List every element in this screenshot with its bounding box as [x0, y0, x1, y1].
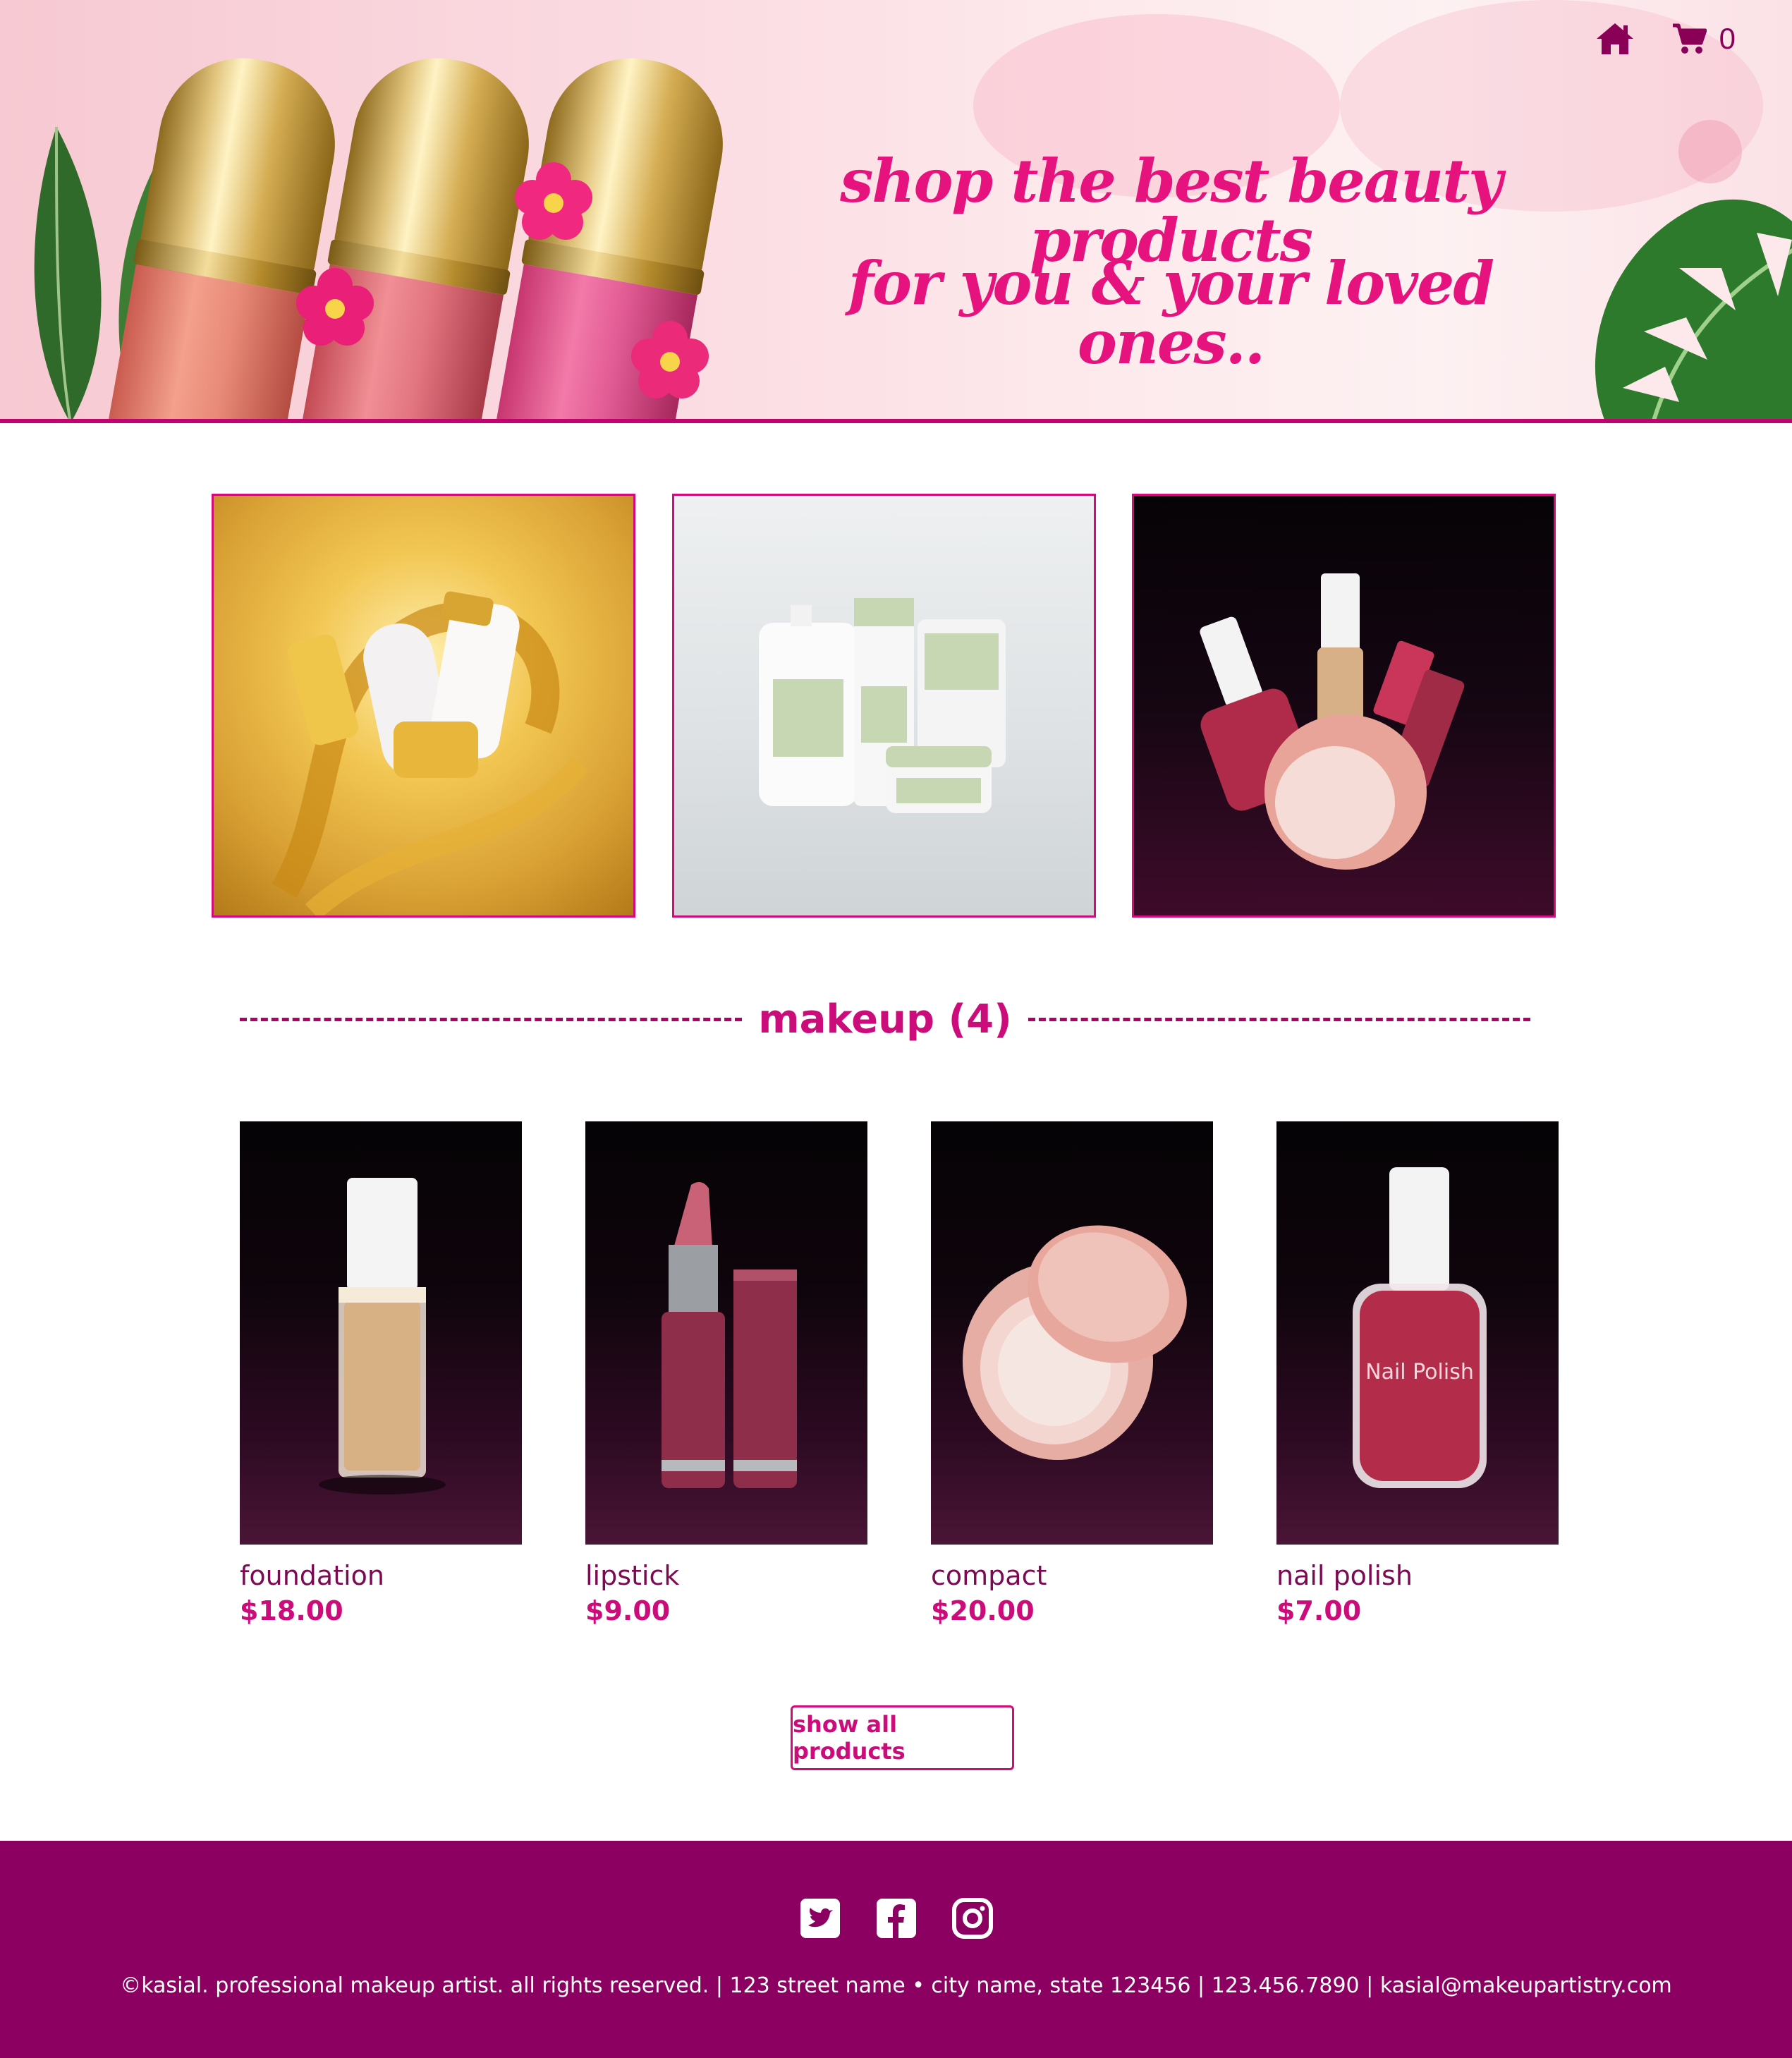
product-price: $7.00 — [1276, 1595, 1362, 1626]
product-image-lipstick[interactable] — [585, 1121, 867, 1545]
heading-dashes-left — [240, 1017, 742, 1021]
watercolor-dot — [1678, 120, 1742, 183]
flower-image — [296, 268, 374, 346]
heading-dashes-right — [1028, 1017, 1530, 1021]
product-name[interactable]: foundation — [240, 1560, 522, 1593]
social-links — [0, 1897, 1792, 1940]
feature-card-skincare[interactable] — [672, 494, 1096, 918]
home-icon[interactable] — [1595, 21, 1635, 56]
product-card-lipstick[interactable]: lipstick $9.00 — [585, 1121, 867, 1626]
feature-card-haircare[interactable] — [212, 494, 635, 918]
haircare-products-image — [272, 591, 589, 915]
section-heading: makeup (4) — [240, 991, 1530, 1047]
nail-polish-label: Nail Polish — [1365, 1360, 1474, 1384]
twitter-icon[interactable] — [799, 1897, 841, 1940]
hero-tagline-line2: for you & your loved ones.. — [848, 248, 1494, 377]
cart-button[interactable]: 0 — [1670, 21, 1736, 56]
skincare-products-image — [759, 598, 1006, 813]
top-nav: 0 — [1595, 21, 1736, 56]
footer-copyright: ©kasial. professional makeup artist. all… — [120, 1973, 1672, 1998]
footer: ©kasial. professional makeup artist. all… — [0, 1841, 1792, 2058]
product-image-nail-polish[interactable]: Nail Polish — [1276, 1121, 1559, 1545]
cart-icon — [1670, 21, 1709, 56]
hero-banner: shop the best beauty products for you & … — [0, 0, 1792, 423]
feature-card-makeup[interactable] — [1132, 494, 1556, 918]
product-name[interactable]: nail polish — [1276, 1560, 1559, 1593]
product-price: $20.00 — [931, 1595, 1035, 1626]
monstera-leaf-image — [1595, 199, 1792, 419]
product-card-nail-polish[interactable]: Nail Polish nail polish $7.00 — [1276, 1121, 1559, 1626]
product-name[interactable]: lipstick — [585, 1560, 867, 1593]
flower-image — [515, 162, 592, 240]
product-image-foundation[interactable] — [240, 1121, 522, 1545]
facebook-icon[interactable] — [875, 1897, 918, 1940]
product-image-compact[interactable] — [931, 1121, 1213, 1545]
product-card-compact[interactable]: compact $20.00 — [931, 1121, 1213, 1626]
product-card-foundation[interactable]: foundation $18.00 — [240, 1121, 522, 1626]
product-name[interactable]: compact — [931, 1560, 1213, 1593]
section-title: makeup (4) — [758, 996, 1012, 1042]
cart-count: 0 — [1719, 22, 1736, 55]
makeup-products-image — [1200, 573, 1465, 870]
flower-image — [631, 321, 709, 398]
product-price: $9.00 — [585, 1595, 671, 1626]
instagram-icon[interactable] — [951, 1897, 994, 1940]
product-price: $18.00 — [240, 1595, 343, 1626]
show-all-products-button[interactable]: show all products — [791, 1705, 1014, 1770]
